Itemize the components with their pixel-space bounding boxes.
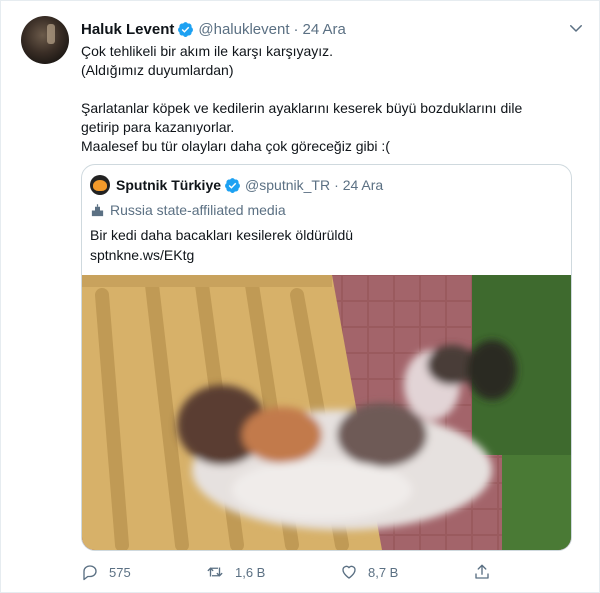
- tweet-text: Çok tehlikeli bir akım ile karşı karşıya…: [81, 42, 581, 156]
- quote-link[interactable]: sptnkne.ws/EKtg: [90, 245, 353, 265]
- avatar[interactable]: [21, 16, 69, 64]
- verified-badge-icon: [178, 21, 194, 37]
- like-icon: [342, 565, 356, 579]
- reply-count: 575: [109, 564, 131, 580]
- tweet-line: getirip para kazanıyorlar.: [81, 119, 235, 135]
- share-icon: [475, 564, 489, 579]
- quoted-tweet[interactable]: Sputnik Türkiye @sputnik_TR · 24 Ara Rus…: [81, 164, 572, 551]
- separator: ·: [293, 20, 299, 38]
- tweet-card: Haluk Levent @haluklevent · 24 Ara Çok t…: [0, 0, 600, 593]
- reply-action[interactable]: 575: [81, 561, 131, 583]
- quote-date: 24 Ara: [342, 177, 384, 193]
- reply-icon: [83, 565, 97, 581]
- verified-badge-icon: [225, 177, 240, 193]
- like-count: 8,7 B: [368, 564, 399, 580]
- like-action[interactable]: 8,7 B: [340, 561, 398, 583]
- retweet-icon: [207, 567, 223, 577]
- author-handle[interactable]: @haluklevent: [198, 21, 289, 38]
- tweet-line: (Aldığımız duyumlardan): [81, 62, 234, 78]
- state-media-text: Russia state-affiliated media: [110, 202, 286, 218]
- tweet-line: Çok tehlikeli bir akım ile karşı karşıya…: [81, 43, 334, 59]
- state-media-label[interactable]: Russia state-affiliated media: [90, 200, 286, 220]
- author-name[interactable]: Haluk Levent: [81, 21, 174, 38]
- quote-body: Bir kedi daha bacakları kesilerek öldürü…: [90, 227, 354, 243]
- chevron-down-icon[interactable]: [567, 19, 585, 37]
- blurred-photo: [82, 275, 571, 550]
- share-action[interactable]: [473, 561, 501, 583]
- tweet-line: Şarlatanlar köpek ve kedilerin ayakların…: [81, 100, 523, 116]
- quote-author-handle: @sputnik_TR: [245, 177, 331, 193]
- quote-text: Bir kedi daha bacakları kesilerek öldürü…: [90, 225, 353, 265]
- tweet-line: Maalesef bu tür olayları daha çok görece…: [81, 138, 390, 154]
- quote-image[interactable]: [82, 275, 571, 550]
- quote-avatar: [90, 175, 110, 195]
- retweet-action[interactable]: 1,6 B: [205, 561, 265, 583]
- action-bar: 575 1,6 B 8,7 B: [81, 561, 501, 583]
- tweet-header: Haluk Levent @haluklevent · 24 Ara: [81, 18, 346, 40]
- quote-header: Sputnik Türkiye @sputnik_TR · 24 Ara: [90, 174, 383, 196]
- retweet-count: 1,6 B: [235, 564, 266, 580]
- separator: ·: [334, 177, 339, 193]
- tweet-date[interactable]: 24 Ara: [303, 21, 346, 38]
- quote-author-name: Sputnik Türkiye: [116, 177, 222, 193]
- podium-icon: [91, 203, 104, 216]
